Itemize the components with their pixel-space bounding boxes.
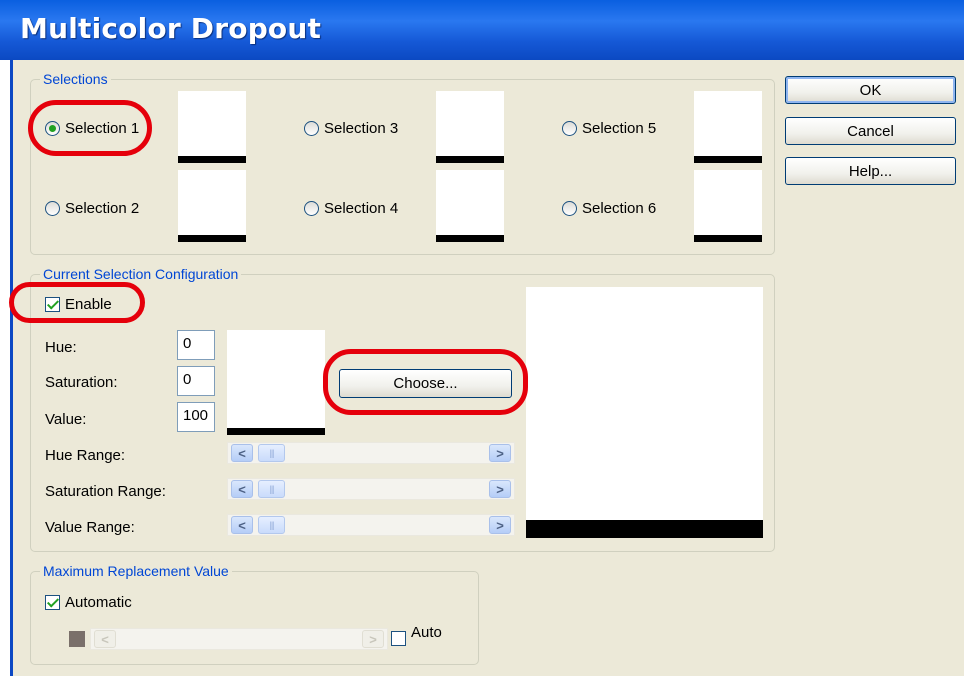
scroll-left-icon[interactable]: < [231, 480, 253, 498]
scroll-right-icon[interactable]: > [489, 444, 511, 462]
swatch-bar [694, 235, 762, 242]
value-field[interactable]: 100 [177, 402, 215, 432]
enable-checkbox[interactable]: Enable [45, 296, 112, 313]
selection-4-radio[interactable]: Selection 4 [304, 200, 398, 217]
scroll-left-icon[interactable]: < [231, 444, 253, 462]
dialog-client-area: Selections Selection 1 Selection 2 Selec… [10, 60, 964, 676]
selections-group: Selections [30, 71, 775, 255]
selection-1-radio[interactable]: Selection 1 [45, 120, 139, 137]
selection-6-radio[interactable]: Selection 6 [562, 200, 656, 217]
swatch-bar [694, 156, 762, 163]
value-range-slider[interactable]: < ||| > [227, 514, 515, 536]
radio-indicator [304, 121, 319, 136]
scroll-right-icon[interactable]: > [489, 516, 511, 534]
selection-2-label: Selection 2 [65, 200, 140, 217]
max-replacement-legend: Maximum Replacement Value [40, 563, 232, 579]
radio-indicator [45, 201, 60, 216]
selection-1-swatch [178, 91, 246, 163]
selection-2-swatch [178, 170, 246, 242]
color-preview-pane [526, 287, 763, 538]
title-bar[interactable]: Multicolor Dropout [0, 0, 964, 60]
swatch-bar [436, 156, 504, 163]
saturation-field[interactable]: 0 [177, 366, 215, 396]
max-replacement-color-swatch [69, 631, 85, 647]
multicolor-dropout-dialog: Multicolor Dropout Selections Selection … [0, 0, 964, 676]
scroll-thumb[interactable]: ||| [258, 480, 285, 498]
swatch-bar [178, 156, 246, 163]
scroll-thumb[interactable]: ||| [258, 516, 285, 534]
selection-3-swatch [436, 91, 504, 163]
automatic-checkbox[interactable]: Automatic [45, 594, 132, 611]
ok-button[interactable]: OK [785, 76, 956, 104]
swatch-bar [436, 235, 504, 242]
dialog-title: Multicolor Dropout [20, 12, 322, 45]
automatic-label: Automatic [65, 594, 132, 611]
swatch-bar [178, 235, 246, 242]
auto-label: Auto [411, 624, 442, 641]
selection-3-radio[interactable]: Selection 3 [304, 120, 398, 137]
saturation-label: Saturation: [45, 374, 118, 391]
max-replacement-slider: < > [90, 628, 388, 650]
saturation-range-slider[interactable]: < ||| > [227, 478, 515, 500]
checkbox-indicator [45, 297, 60, 312]
selections-legend: Selections [40, 71, 111, 87]
checkbox-indicator [45, 595, 60, 610]
selection-5-label: Selection 5 [582, 120, 657, 137]
radio-indicator [562, 201, 577, 216]
current-color-swatch [227, 330, 325, 435]
value-label: Value: [45, 411, 87, 428]
selection-3-label: Selection 3 [324, 120, 399, 137]
selection-6-label: Selection 6 [582, 200, 657, 217]
selection-6-swatch [694, 170, 762, 242]
radio-indicator [304, 201, 319, 216]
scroll-left-icon[interactable]: < [231, 516, 253, 534]
selection-4-swatch [436, 170, 504, 242]
auto-checkbox[interactable]: Auto [391, 624, 442, 646]
hue-label: Hue: [45, 339, 77, 356]
help-button[interactable]: Help... [785, 157, 956, 185]
choose-button[interactable]: Choose... [339, 369, 512, 398]
value-range-label: Value Range: [45, 519, 135, 536]
scroll-right-icon: > [362, 630, 384, 648]
checkbox-indicator [391, 631, 406, 646]
enable-label: Enable [65, 296, 112, 313]
preview-bar [526, 520, 763, 538]
saturation-range-label: Saturation Range: [45, 483, 166, 500]
scroll-right-icon[interactable]: > [489, 480, 511, 498]
config-legend: Current Selection Configuration [40, 266, 242, 282]
hue-range-label: Hue Range: [45, 447, 126, 464]
radio-indicator [562, 121, 577, 136]
selection-4-label: Selection 4 [324, 200, 399, 217]
selection-1-label: Selection 1 [65, 120, 140, 137]
selection-5-swatch [694, 91, 762, 163]
scroll-thumb[interactable]: ||| [258, 444, 285, 462]
swatch-bar [227, 428, 325, 435]
radio-indicator [45, 121, 60, 136]
cancel-button[interactable]: Cancel [785, 117, 956, 145]
scroll-left-icon: < [94, 630, 116, 648]
hue-field[interactable]: 0 [177, 330, 215, 360]
selection-5-radio[interactable]: Selection 5 [562, 120, 656, 137]
hue-range-slider[interactable]: < ||| > [227, 442, 515, 464]
selection-2-radio[interactable]: Selection 2 [45, 200, 139, 217]
max-replacement-group: Maximum Replacement Value [30, 563, 479, 665]
